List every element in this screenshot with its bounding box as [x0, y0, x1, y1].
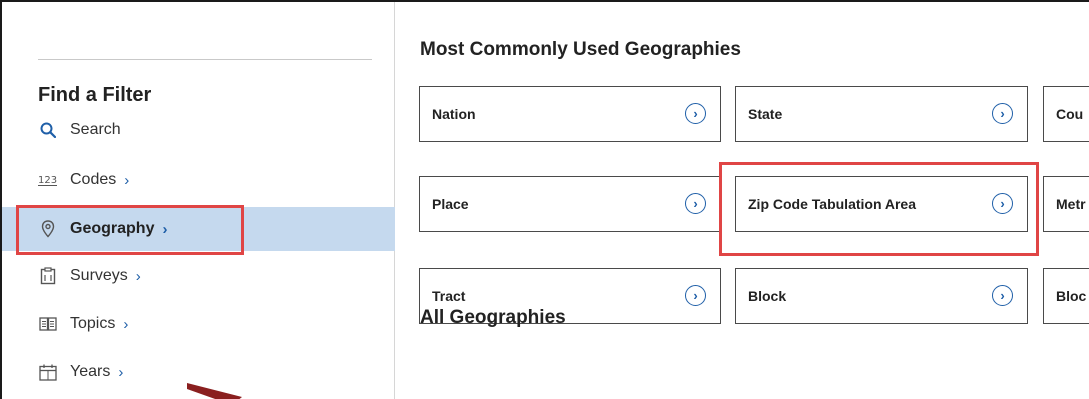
chevron-right-icon: › — [135, 267, 141, 285]
sidebar-item-codes[interactable]: 123 Codes › — [2, 158, 395, 202]
arrow-circle-right-icon: › — [992, 103, 1013, 124]
geo-tile-block-group[interactable]: Bloc — [1043, 268, 1089, 324]
geo-tile-label: Block — [748, 288, 787, 304]
arrow-circle-right-icon: › — [992, 285, 1013, 306]
geo-tile-label: Metr — [1056, 196, 1086, 212]
search-icon — [38, 120, 58, 140]
sidebar-heading: Find a Filter — [38, 84, 152, 106]
filter-sidebar: Find a Filter Search 123 Codes › Geograp… — [2, 2, 395, 399]
sidebar-item-label: Topics — [70, 315, 116, 332]
zip-code-highlight-box — [719, 162, 1039, 256]
geography-highlight-box — [16, 205, 244, 255]
geo-tile-label: Tract — [432, 288, 466, 304]
geo-tile-nation[interactable]: Nation › — [419, 86, 721, 142]
sidebar-item-label: Years — [70, 363, 111, 380]
screenshot-frame: Find a Filter Search 123 Codes › Geograp… — [0, 0, 1089, 399]
main-panel: Most Commonly Used Geographies Nation › … — [396, 2, 1089, 399]
svg-text:123: 123 — [38, 175, 57, 186]
calendar-icon — [38, 362, 58, 382]
geo-tile-label: Place — [432, 196, 469, 212]
sidebar-item-surveys[interactable]: Surveys › — [2, 254, 395, 298]
sidebar-divider — [38, 59, 372, 60]
chevron-right-icon: › — [124, 171, 130, 189]
book-icon — [38, 314, 58, 334]
geo-tile-metro[interactable]: Metr — [1043, 176, 1089, 232]
arrow-circle-right-icon: › — [685, 285, 706, 306]
chevron-right-icon: › — [118, 363, 124, 381]
sidebar-item-label: Search — [70, 121, 121, 138]
geo-tile-label: Cou — [1056, 106, 1084, 122]
geo-tile-label: State — [748, 106, 783, 122]
chevron-right-icon: › — [123, 315, 129, 333]
geo-tile-state[interactable]: State › — [735, 86, 1028, 142]
annotation-arrow-icon — [187, 383, 242, 399]
codes-123-icon: 123 — [38, 170, 58, 190]
geo-tile-county[interactable]: Cou — [1043, 86, 1089, 142]
sidebar-item-topics[interactable]: Topics › — [2, 302, 395, 346]
geo-tile-label: Nation — [432, 106, 476, 122]
geo-tile-place[interactable]: Place › — [419, 176, 721, 232]
clipboard-icon — [38, 266, 58, 286]
geo-tile-block[interactable]: Block › — [735, 268, 1028, 324]
all-geographies-heading: All Geographies — [420, 307, 566, 328]
sidebar-item-label: Surveys — [70, 267, 128, 284]
geo-tile-label: Bloc — [1056, 288, 1087, 304]
arrow-circle-right-icon: › — [685, 103, 706, 124]
sidebar-item-search[interactable]: Search — [2, 108, 395, 152]
sidebar-item-label: Codes — [70, 171, 117, 188]
arrow-circle-right-icon: › — [685, 193, 706, 214]
common-geographies-heading: Most Commonly Used Geographies — [420, 39, 741, 60]
